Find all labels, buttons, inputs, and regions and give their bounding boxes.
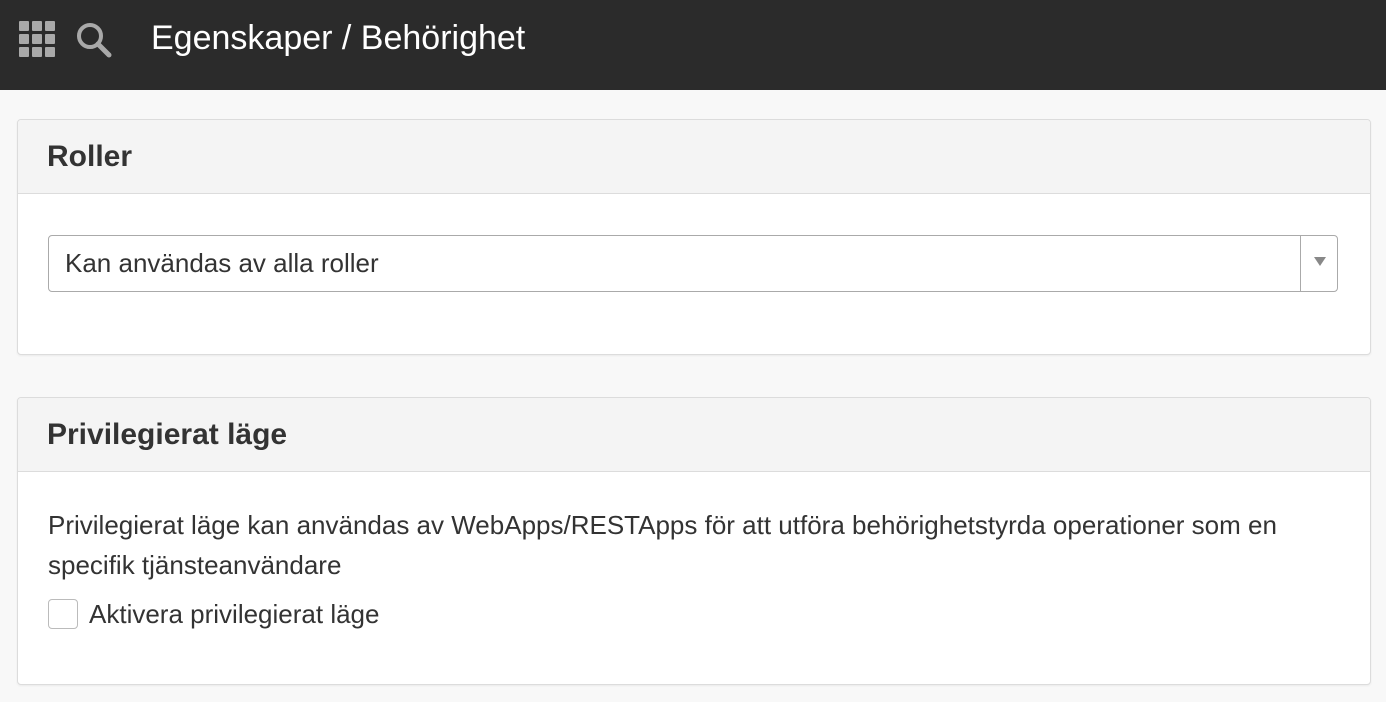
roles-select[interactable]: Kan användas av alla roller (48, 235, 1338, 292)
privileged-mode-checkbox-row[interactable]: Aktivera privilegierat läge (48, 597, 379, 631)
apps-grid-icon[interactable] (19, 21, 55, 57)
roles-select-value: Kan användas av alla roller (65, 248, 379, 278)
privileged-panel-heading: Privilegierat läge (18, 398, 1370, 472)
chevron-down-icon[interactable] (1314, 257, 1326, 266)
privileged-mode-checkbox[interactable] (48, 599, 78, 629)
search-icon[interactable] (74, 20, 114, 60)
roles-panel: Roller Kan användas av alla roller (17, 119, 1371, 355)
privileged-panel-title: Privilegierat läge (47, 417, 288, 451)
privileged-mode-description: Privilegierat läge kan användas av WebAp… (48, 510, 1277, 580)
top-bar: Egenskaper / Behörighet (0, 0, 1386, 90)
privileged-mode-panel: Privilegierat läge Privilegierat läge ka… (17, 397, 1371, 685)
roles-panel-heading: Roller (18, 120, 1370, 194)
page-title: Egenskaper / Behörighet (151, 19, 526, 57)
roles-panel-title: Roller (47, 139, 133, 173)
select-divider (1299, 236, 1301, 291)
privileged-mode-checkbox-label[interactable]: Aktivera privilegierat läge (89, 597, 379, 631)
